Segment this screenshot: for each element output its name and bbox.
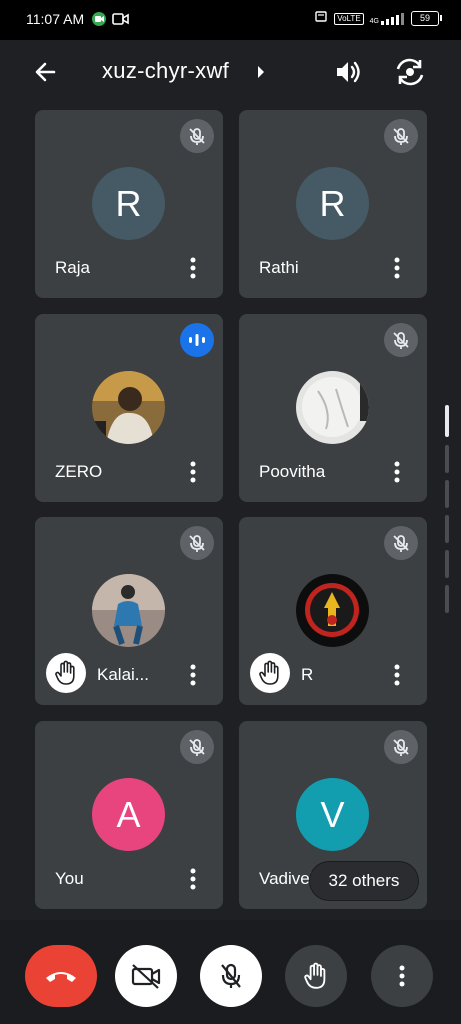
scroll-track-segment bbox=[445, 585, 449, 613]
mic-off-button[interactable] bbox=[200, 945, 262, 1007]
more-options-icon[interactable] bbox=[387, 460, 407, 484]
mic-off-icon bbox=[384, 119, 418, 153]
status-bar: 11:07 AM VoLTE 4G 59 bbox=[0, 0, 461, 40]
network-type-label: 4G bbox=[369, 17, 379, 25]
avatar: V bbox=[296, 778, 369, 851]
participant-tile-r[interactable]: R bbox=[239, 517, 427, 705]
status-time: 11:07 AM bbox=[26, 11, 85, 27]
end-call-button[interactable] bbox=[25, 945, 97, 1007]
avatar-photo bbox=[296, 574, 369, 647]
more-options-icon[interactable] bbox=[183, 663, 203, 687]
participant-tile-rathi[interactable]: R Rathi bbox=[239, 110, 427, 298]
video-notification-icon bbox=[112, 11, 130, 32]
meeting-code-title[interactable]: xuz-chyr-xwf bbox=[102, 58, 229, 84]
meet-notification-icon bbox=[91, 11, 107, 32]
mic-off-icon bbox=[180, 119, 214, 153]
mic-off-icon bbox=[384, 323, 418, 357]
mic-off-icon bbox=[180, 730, 214, 764]
mic-off-icon bbox=[384, 730, 418, 764]
more-options-icon[interactable] bbox=[183, 460, 203, 484]
more-options-icon[interactable] bbox=[183, 256, 203, 280]
more-options-button[interactable] bbox=[371, 945, 433, 1007]
switch-camera-button[interactable] bbox=[393, 56, 427, 88]
more-options-icon[interactable] bbox=[387, 663, 407, 687]
call-controls-bar bbox=[0, 920, 461, 1024]
participant-tile-raja[interactable]: R Raja bbox=[35, 110, 223, 298]
participant-tile-zero[interactable]: ZERO bbox=[35, 314, 223, 502]
scroll-track-segment bbox=[445, 515, 449, 543]
scroll-track-segment bbox=[445, 480, 449, 508]
scroll-track-segment bbox=[445, 550, 449, 578]
speaker-button[interactable] bbox=[332, 56, 364, 88]
avatar-photo bbox=[296, 371, 369, 444]
participant-tile-kalai[interactable]: Kalai... bbox=[35, 517, 223, 705]
hand-raised-icon bbox=[46, 653, 86, 693]
avatar-photo bbox=[92, 574, 165, 647]
mic-off-icon bbox=[384, 526, 418, 560]
more-options-icon[interactable] bbox=[183, 867, 203, 891]
alarm-icon bbox=[314, 9, 328, 28]
participant-name: ZERO bbox=[55, 462, 103, 481]
caret-right-icon[interactable] bbox=[256, 65, 266, 84]
avatar: R bbox=[92, 167, 165, 240]
avatar-photo bbox=[92, 371, 165, 444]
speaking-indicator-icon bbox=[180, 323, 214, 357]
participant-name: Poovitha bbox=[259, 462, 326, 481]
others-count-button[interactable]: 32 others bbox=[310, 862, 418, 900]
mic-off-icon bbox=[180, 526, 214, 560]
volte-badge: VoLTE bbox=[334, 12, 364, 25]
back-button[interactable] bbox=[28, 56, 64, 88]
signal-icon: 4G bbox=[369, 12, 405, 25]
participant-name: Raja bbox=[55, 258, 90, 277]
participant-name: Rathi bbox=[259, 258, 299, 277]
more-options-icon[interactable] bbox=[387, 256, 407, 280]
participant-tile-poovitha[interactable]: Poovitha bbox=[239, 314, 427, 502]
status-right-icons: VoLTE 4G 59 bbox=[314, 9, 442, 28]
participant-name: R bbox=[301, 665, 314, 684]
participant-name: Vadivel bbox=[259, 869, 314, 888]
camera-off-button[interactable] bbox=[115, 945, 177, 1007]
avatar: R bbox=[296, 167, 369, 240]
raise-hand-button[interactable] bbox=[285, 945, 347, 1007]
participant-tile-you[interactable]: A You bbox=[35, 721, 223, 909]
participant-name: You bbox=[55, 869, 84, 888]
battery-indicator: 59 bbox=[411, 11, 442, 26]
participant-name: Kalai... bbox=[97, 665, 149, 684]
scroll-track-segment bbox=[445, 445, 449, 473]
avatar: A bbox=[92, 778, 165, 851]
scroll-thumb[interactable] bbox=[445, 405, 449, 437]
hand-raised-icon bbox=[250, 653, 290, 693]
meeting-header: xuz-chyr-xwf bbox=[0, 40, 461, 104]
